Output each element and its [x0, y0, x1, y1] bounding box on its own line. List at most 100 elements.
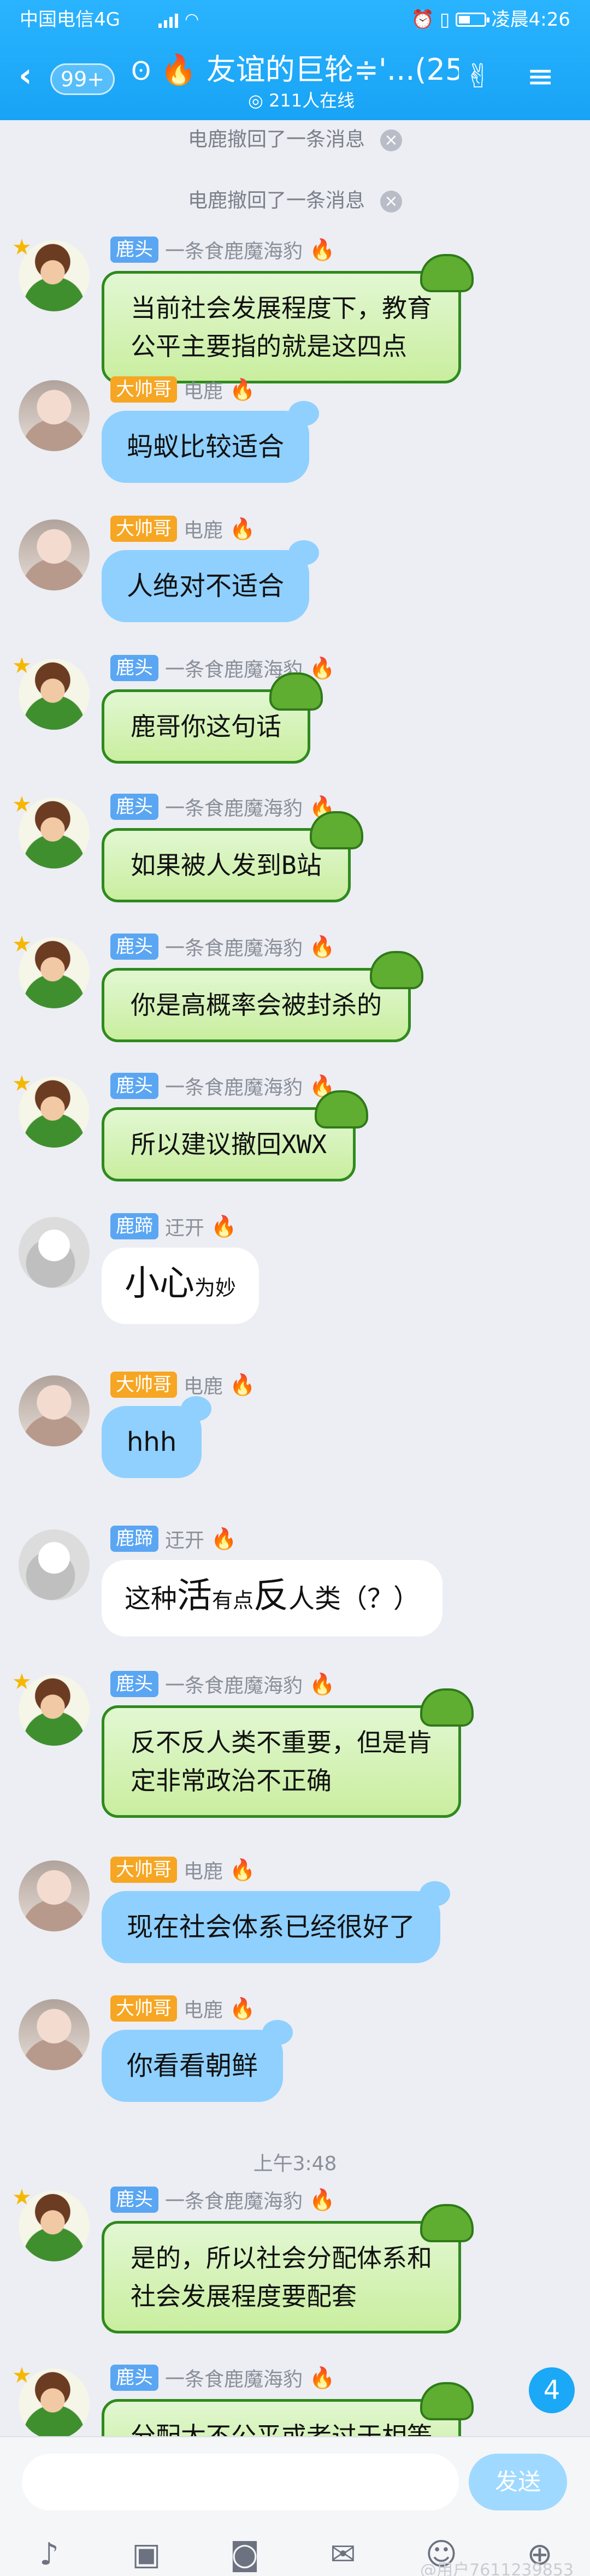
message-text-line: 现在社会体系已经很好了: [127, 1912, 416, 1942]
menu-icon[interactable]: ≡: [527, 59, 554, 94]
signal-indicators: ◠: [158, 10, 199, 29]
sender-name[interactable]: 迂开: [165, 1525, 204, 1553]
unread-count-badge[interactable]: 99+: [50, 63, 115, 95]
group-title[interactable]: ʘ 🔥 友谊的巨轮≑'...(250): [131, 52, 459, 88]
message-text-line: 是的，所以社会分配体系和: [131, 2243, 432, 2273]
message-text-span: 为妙: [194, 1276, 237, 1300]
sender-name[interactable]: 一条食鹿魔海豹: [165, 235, 303, 264]
fire-icon: 🔥: [211, 1214, 237, 1238]
member-title-badge: 鹿头: [110, 237, 158, 263]
message-bubble[interactable]: 这种活有点反人类（？）: [102, 1560, 443, 1636]
message-bubble[interactable]: 现在社会体系已经很好了: [102, 1881, 451, 1963]
member-title-badge: 鹿蹄: [110, 1213, 158, 1239]
fire-icon: 🔥: [229, 1996, 256, 2020]
sender-info: 大帅哥 电鹿 🔥: [110, 375, 255, 404]
message-bubble[interactable]: 如果被人发到B站: [102, 811, 363, 902]
signal-icon: [158, 11, 178, 28]
input-bar: 发送 ♪ ▣ ◙ ✉ ☺ ⊕: [0, 2436, 590, 2576]
message-input[interactable]: [22, 2454, 459, 2510]
group-gesture-icon[interactable]: ✌: [464, 59, 492, 94]
close-icon[interactable]: ×: [380, 191, 402, 212]
sender-name[interactable]: 一条食鹿魔海豹: [165, 1670, 303, 1698]
message-bubble[interactable]: hhh: [102, 1396, 212, 1478]
sender-name[interactable]: 一条食鹿魔海豹: [165, 793, 303, 821]
message-text-span: 有点: [212, 1588, 254, 1612]
star-decoration-icon: ★: [12, 1669, 32, 1694]
message-text-line: 社会发展程度要配套: [131, 2282, 357, 2311]
online-count: ◎ 211人在线: [248, 90, 355, 111]
sender-info: 鹿头 一条食鹿魔海豹 🔥: [110, 1071, 335, 1101]
chat-header: 中国电信4G ◠ ⏰ ▯ 凌晨4:26 ‹ 99+ ʘ 🔥 友谊的巨轮≑'...…: [0, 0, 590, 120]
sender-info: 鹿头 一条食鹿魔海豹 🔥: [110, 2363, 335, 2392]
avatar[interactable]: [19, 1529, 90, 1600]
sender-name[interactable]: 电鹿: [184, 375, 223, 404]
message-text-span: 活: [177, 1576, 213, 1616]
sender-info: 鹿蹄 迂开 🔥: [110, 1524, 237, 1553]
avatar[interactable]: [19, 519, 90, 590]
fire-icon: 🔥: [309, 237, 335, 262]
sender-name[interactable]: 电鹿: [184, 515, 223, 543]
sender-name[interactable]: 一条食鹿魔海豹: [165, 2185, 303, 2214]
new-message-count-badge[interactable]: 4: [529, 2367, 575, 2413]
member-title-badge: 鹿头: [110, 2187, 158, 2213]
close-icon[interactable]: ×: [380, 129, 402, 151]
camera-icon[interactable]: ◙: [225, 2536, 264, 2574]
chevron-left-icon[interactable]: ‹: [19, 59, 32, 92]
message-text-line: 蚂蚁比较适合: [127, 432, 285, 462]
watermark: @用户7611239853: [420, 2561, 574, 2576]
recall-notice-text: 电鹿撤回了一条消息: [187, 128, 365, 151]
member-title-badge: 鹿头: [110, 794, 158, 820]
message-text-line: 定非常政治不正确: [131, 1766, 332, 1795]
message-bubble[interactable]: 所以建议撤回XWX: [102, 1090, 369, 1181]
member-title-badge: 鹿头: [110, 655, 158, 681]
sender-name[interactable]: 一条食鹿魔海豹: [165, 1072, 303, 1100]
wifi-icon: ◠: [185, 10, 199, 29]
star-decoration-icon: ★: [12, 2363, 32, 2388]
star-decoration-icon: ★: [12, 932, 32, 957]
message-bubble[interactable]: 鹿哥你这句话: [102, 672, 323, 764]
star-decoration-icon: ★: [12, 792, 32, 817]
sender-info: 鹿头 一条食鹿魔海豹 🔥: [110, 932, 335, 961]
fire-icon: 🔥: [309, 2187, 335, 2212]
sender-info: 大帅哥 电鹿 🔥: [110, 1855, 255, 1884]
message-text-line: hhh: [127, 1427, 177, 1457]
send-button[interactable]: 发送: [469, 2454, 567, 2510]
sender-name[interactable]: 电鹿: [184, 1370, 223, 1399]
message-text-span: 人类（？）: [288, 1584, 420, 1614]
message-text-line: 如果被人发到B站: [131, 850, 322, 880]
clock: 凌晨4:26: [491, 9, 570, 31]
message-bubble[interactable]: 是的，所以社会分配体系和 社会发展程度要配套: [102, 2204, 474, 2333]
message-bubble[interactable]: 人绝对不适合: [102, 540, 320, 622]
sender-name[interactable]: 迂开: [165, 1212, 204, 1240]
message-text-line: 鹿哥你这句话: [131, 712, 281, 741]
sender-info: 鹿头 一条食鹿魔海豹 🔥: [110, 792, 335, 822]
sender-name[interactable]: 一条食鹿魔海豹: [165, 2364, 303, 2392]
microphone-icon[interactable]: ♪: [30, 2536, 69, 2574]
message-bubble[interactable]: 小心为妙: [102, 1248, 259, 1324]
fire-icon: 🔥: [309, 934, 335, 959]
sender-name[interactable]: 一条食鹿魔海豹: [165, 932, 303, 961]
battery-icon: [455, 13, 489, 27]
red-packet-icon[interactable]: ✉: [323, 2536, 363, 2574]
message-text-span: 反: [253, 1576, 289, 1616]
message-bubble[interactable]: 当前社会发展程度下，教育 公平主要指的就是这四点: [102, 254, 474, 383]
fire-icon: 🔥: [160, 52, 197, 87]
status-right: ⏰ ▯ 凌晨4:26: [411, 8, 570, 32]
avatar[interactable]: [19, 380, 90, 451]
avatar[interactable]: [19, 1999, 90, 2070]
message-bubble[interactable]: 你看看朝鲜: [102, 2020, 293, 2102]
avatar[interactable]: [19, 1860, 90, 1931]
sender-name[interactable]: 电鹿: [184, 1856, 223, 1884]
member-title-badge: 鹿头: [110, 1073, 158, 1099]
message-bubble[interactable]: 反不反人类不重要，但是肯 定非常政治不正确: [102, 1688, 474, 1818]
member-title-badge: 大帅哥: [110, 376, 177, 403]
fire-icon: 🔥: [229, 516, 256, 541]
image-icon[interactable]: ▣: [127, 2536, 166, 2574]
message-bubble[interactable]: 蚂蚁比较适合: [102, 401, 320, 483]
sender-name[interactable]: 电鹿: [184, 1994, 223, 2023]
message-text-line: 反不反人类不重要，但是肯: [131, 1728, 432, 1757]
avatar[interactable]: [19, 1217, 90, 1288]
avatar[interactable]: [19, 1375, 90, 1446]
message-bubble[interactable]: 你是高概率会被封杀的: [102, 951, 423, 1042]
fire-icon: 🔥: [309, 1671, 335, 1696]
